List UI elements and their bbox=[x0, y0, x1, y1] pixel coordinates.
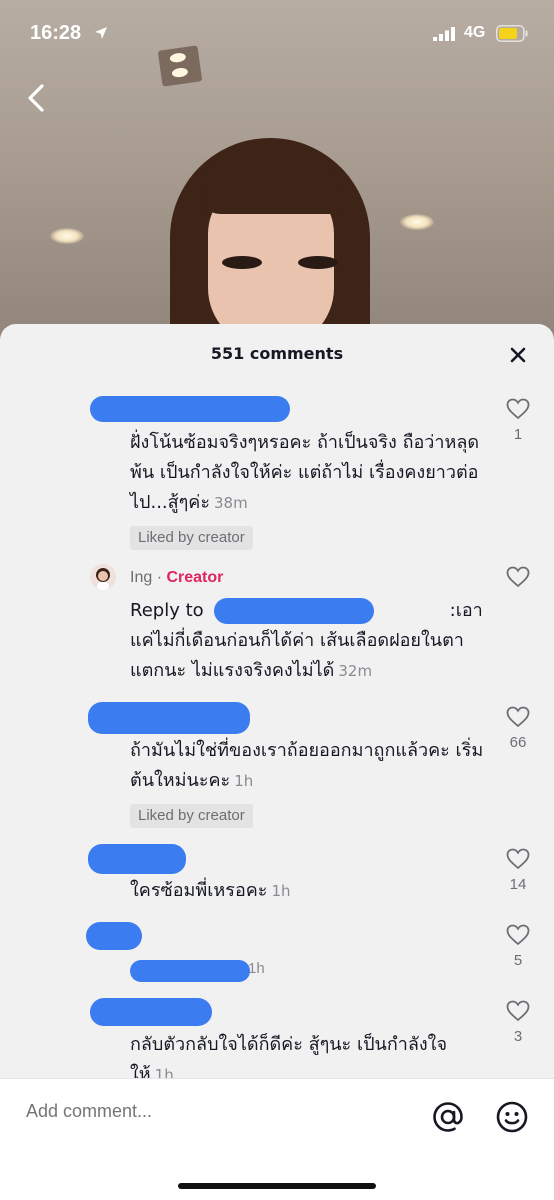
status-bar: 16:28 4G bbox=[0, 0, 554, 64]
close-icon bbox=[510, 347, 526, 363]
like-count: 5 bbox=[513, 952, 523, 969]
ceiling-light bbox=[50, 228, 84, 244]
comment-text: ถ้ามันไม่ใช่ที่ของเราถ้อยออกมาถูกแล้วคะ … bbox=[130, 736, 490, 796]
author-name[interactable]: Ing bbox=[130, 569, 152, 586]
creator-avatar[interactable] bbox=[90, 564, 116, 590]
back-button[interactable] bbox=[18, 78, 54, 118]
redacted-username bbox=[130, 960, 250, 982]
like-button[interactable] bbox=[504, 396, 532, 422]
at-mention-icon bbox=[433, 1102, 463, 1132]
like-button[interactable] bbox=[504, 564, 532, 590]
chevron-left-icon bbox=[28, 84, 44, 112]
signal-icon bbox=[433, 27, 455, 41]
like-count: 3 bbox=[513, 1028, 523, 1045]
heart-icon bbox=[506, 706, 530, 728]
redacted-username bbox=[90, 998, 212, 1026]
ceiling-light bbox=[400, 214, 434, 230]
battery-icon bbox=[496, 25, 528, 42]
comment-input-bar bbox=[0, 1078, 554, 1200]
comments-count-title: 551 comments bbox=[210, 344, 344, 363]
author-separator: · bbox=[152, 569, 167, 586]
comment-body: ฝั่งโน้นซ้อมจริงๆหรอคะ ถ้าเป็นจริง ถือว่… bbox=[130, 432, 480, 513]
comment-time: 1h bbox=[234, 772, 254, 790]
comment-text: ใครซ้อมพี่เหรอคะ 1h bbox=[130, 876, 490, 906]
comments-sheet: 551 comments ฝั่งโน้นซ้อมจริงๆหรอคะ ถ้าเ… bbox=[0, 324, 554, 1200]
like-count: 66 bbox=[509, 734, 527, 751]
comment-time: 1h bbox=[271, 882, 291, 900]
comment-text: ฝั่งโน้นซ้อมจริงๆหรอคะ ถ้าเป็นจริง ถือว่… bbox=[130, 428, 490, 518]
liked-by-creator-badge: Liked by creator bbox=[130, 526, 253, 550]
comment-body: ถ้ามันไม่ใช่ที่ของเราถ้อยออกมาถูกแล้วคะ … bbox=[130, 740, 484, 791]
redacted-username bbox=[88, 844, 186, 874]
like-count: 14 bbox=[509, 876, 527, 893]
like-button[interactable] bbox=[504, 704, 532, 730]
emoji-icon bbox=[496, 1101, 528, 1133]
person-bangs bbox=[200, 146, 340, 214]
comment-time: 1h bbox=[248, 960, 265, 977]
like-button[interactable] bbox=[504, 922, 532, 948]
redacted-username bbox=[214, 598, 374, 624]
add-comment-input[interactable] bbox=[26, 1101, 386, 1122]
status-time: 16:28 bbox=[30, 22, 82, 44]
like-button[interactable] bbox=[504, 846, 532, 872]
close-button[interactable] bbox=[503, 340, 533, 370]
redacted-avatar bbox=[86, 922, 142, 950]
liked-by-creator-badge: Liked by creator bbox=[130, 804, 253, 828]
network-type: 4G bbox=[464, 24, 486, 41]
mention-button[interactable] bbox=[430, 1099, 466, 1135]
redacted-username bbox=[88, 702, 250, 734]
person-eye bbox=[222, 256, 262, 269]
reply-prefix: Reply to bbox=[130, 600, 204, 621]
home-indicator bbox=[178, 1183, 376, 1189]
like-button[interactable] bbox=[504, 998, 532, 1024]
heart-icon bbox=[506, 1000, 530, 1022]
emoji-button[interactable] bbox=[494, 1099, 530, 1135]
person-eye bbox=[298, 256, 338, 269]
heart-icon bbox=[506, 566, 530, 588]
heart-icon bbox=[506, 924, 530, 946]
redacted-username bbox=[90, 396, 290, 422]
like-count: 1 bbox=[513, 426, 523, 443]
comment-author: Ing · Creator bbox=[130, 569, 223, 587]
heart-icon bbox=[506, 398, 530, 420]
comment-time: 32m bbox=[338, 662, 373, 680]
comment-time: 38m bbox=[214, 494, 248, 512]
creator-tag: Creator bbox=[166, 569, 224, 586]
comment-body: ใครซ้อมพี่เหรอคะ bbox=[130, 880, 268, 901]
creator-avatar-icon bbox=[96, 568, 110, 590]
location-arrow-icon bbox=[95, 27, 107, 39]
heart-icon bbox=[506, 848, 530, 870]
